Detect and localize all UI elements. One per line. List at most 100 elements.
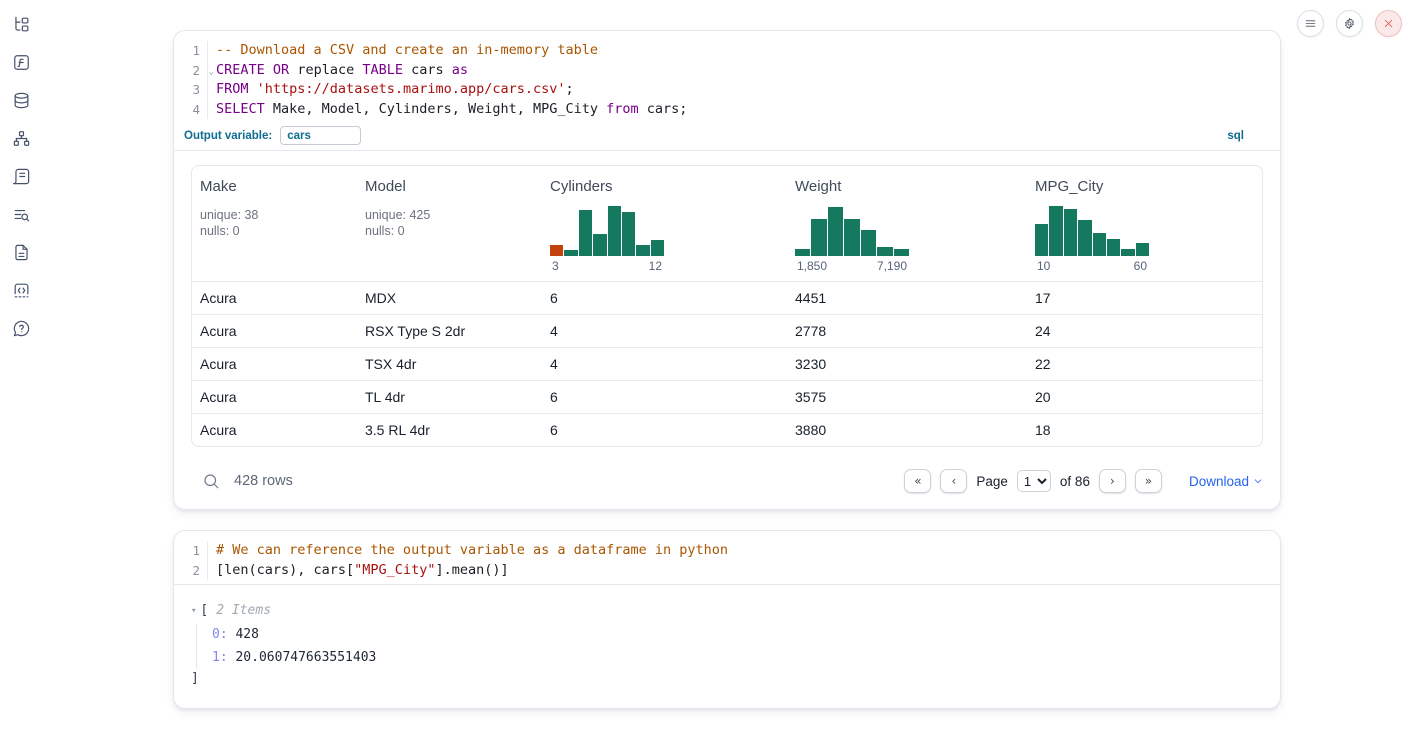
next-page-button[interactable]: › xyxy=(1099,469,1126,493)
histogram-bar[interactable] xyxy=(1064,209,1077,256)
table-cell: 3230 xyxy=(787,356,1027,372)
histogram-bar[interactable] xyxy=(1035,224,1048,256)
code-text: CREATE OR replace TABLE cars as xyxy=(208,61,468,81)
settings-button[interactable] xyxy=(1336,10,1363,37)
histogram-bar[interactable] xyxy=(1121,249,1134,256)
notebook-main: 1 -- Download a CSV and create an in-memo… xyxy=(173,0,1281,709)
shutdown-button[interactable] xyxy=(1375,10,1402,37)
table-row[interactable]: Acura3.5 RL 4dr6388018 xyxy=(192,413,1262,446)
table-row[interactable]: AcuraTSX 4dr4323022 xyxy=(192,347,1262,380)
histogram-bar[interactable] xyxy=(608,206,621,256)
histogram-bar[interactable] xyxy=(861,230,876,256)
collapse-chevron-icon[interactable]: ▾ xyxy=(191,606,196,616)
database-icon[interactable] xyxy=(11,90,31,110)
table-cell: Acura xyxy=(192,356,357,372)
code-line[interactable]: 3FROM 'https://datasets.marimo.app/cars.… xyxy=(174,80,1280,100)
histogram-bar[interactable] xyxy=(1049,206,1062,256)
code-text: -- Download a CSV and create an in-memor… xyxy=(208,41,598,61)
code-line[interactable]: 1-- Download a CSV and create an in-memo… xyxy=(174,41,1280,61)
table-body: AcuraMDX6445117AcuraRSX Type S 2dr427782… xyxy=(192,281,1262,446)
histogram-bars[interactable] xyxy=(550,204,664,256)
table-row[interactable]: AcuraMDX6445117 xyxy=(192,281,1262,314)
search-icon[interactable] xyxy=(202,472,220,490)
menu-button[interactable] xyxy=(1297,10,1324,37)
column-name[interactable]: Model xyxy=(365,178,534,195)
column-histogram: 1,8507,190 xyxy=(795,204,909,273)
code-line[interactable]: 1# We can reference the output variable … xyxy=(174,541,1280,561)
line-number: 3 xyxy=(174,80,208,100)
table-cell: Acura xyxy=(192,323,357,339)
output-variable-input[interactable] xyxy=(280,126,361,145)
fold-chevron-icon[interactable]: ⌄ xyxy=(209,63,214,83)
histogram-bar[interactable] xyxy=(593,234,606,256)
column-histogram: 312 xyxy=(550,204,664,273)
table-row[interactable]: AcuraRSX Type S 2dr4277824 xyxy=(192,314,1262,347)
column-name[interactable]: MPG_City xyxy=(1035,178,1254,195)
logs-icon[interactable] xyxy=(11,166,31,186)
histogram-bars[interactable] xyxy=(1035,204,1149,256)
code-line[interactable]: 4SELECT Make, Model, Cylinders, Weight, … xyxy=(174,100,1280,120)
last-page-button[interactable]: » xyxy=(1135,469,1162,493)
table-cell: 3.5 RL 4dr xyxy=(357,422,542,438)
items-summary: 2 Items xyxy=(216,603,271,618)
histogram-bar[interactable] xyxy=(844,219,859,256)
table-cell: 6 xyxy=(542,290,787,306)
column-header: Makeunique: 38nulls: 0 xyxy=(192,178,357,273)
chevron-down-icon xyxy=(1253,476,1263,486)
download-button[interactable]: Download xyxy=(1189,474,1263,489)
histogram-bar[interactable] xyxy=(651,240,664,256)
column-name[interactable]: Weight xyxy=(795,178,1019,195)
snippets-icon[interactable] xyxy=(11,280,31,300)
histogram-bar[interactable] xyxy=(1136,243,1149,256)
table-cell: 3880 xyxy=(787,422,1027,438)
line-number: 2 xyxy=(174,561,208,581)
item-index: 0: xyxy=(212,627,228,642)
first-page-button[interactable]: « xyxy=(904,469,931,493)
data-table: Makeunique: 38nulls: 0Modelunique: 425nu… xyxy=(191,165,1263,447)
item-value: 428 xyxy=(228,627,259,642)
histogram-bar[interactable] xyxy=(579,210,592,256)
histogram-bar[interactable] xyxy=(550,245,563,256)
column-histogram: 1060 xyxy=(1035,204,1149,273)
tree-root: ▾ [ 2 Items xyxy=(191,603,1263,618)
histogram-bar[interactable] xyxy=(811,219,826,256)
table-row[interactable]: AcuraTL 4dr6357520 xyxy=(192,380,1262,413)
table-cell: MDX xyxy=(357,290,542,306)
file-tree-icon[interactable] xyxy=(11,14,31,34)
histogram-bar[interactable] xyxy=(622,212,635,256)
help-icon[interactable] xyxy=(11,318,31,338)
table-cell: 18 xyxy=(1027,422,1262,438)
table-cell: 4451 xyxy=(787,290,1027,306)
histogram-bar[interactable] xyxy=(1093,233,1106,256)
variables-icon[interactable] xyxy=(11,52,31,72)
python-code-editor[interactable]: 1# We can reference the output variable … xyxy=(174,531,1280,580)
python-output-tree: ▾ [ 2 Items 0: 4281: 20.060747663551403 … xyxy=(174,585,1280,708)
column-name[interactable]: Cylinders xyxy=(550,178,779,195)
code-line[interactable]: 2[len(cars), cars["MPG_City"].mean()] xyxy=(174,561,1280,581)
previous-page-button[interactable]: ‹ xyxy=(940,469,967,493)
line-number: 2⌄ xyxy=(174,61,208,81)
table-cell: 3575 xyxy=(787,389,1027,405)
code-text: SELECT Make, Model, Cylinders, Weight, M… xyxy=(208,100,687,120)
documentation-icon[interactable] xyxy=(11,242,31,262)
code-text: [len(cars), cars["MPG_City"].mean()] xyxy=(208,561,509,581)
search-logs-icon[interactable] xyxy=(11,204,31,224)
histogram-bar[interactable] xyxy=(636,245,649,256)
histogram-bar[interactable] xyxy=(877,247,892,256)
dependency-graph-icon[interactable] xyxy=(11,128,31,148)
line-number: 1 xyxy=(174,541,208,561)
code-line[interactable]: 2⌄CREATE OR replace TABLE cars as xyxy=(174,61,1280,81)
histogram-bar[interactable] xyxy=(564,250,577,256)
column-name[interactable]: Make xyxy=(200,178,349,195)
histogram-bar[interactable] xyxy=(1107,239,1120,256)
histogram-bar[interactable] xyxy=(1078,220,1091,256)
page-select[interactable]: 1 xyxy=(1017,470,1051,492)
histogram-bar[interactable] xyxy=(828,207,843,256)
code-text: FROM 'https://datasets.marimo.app/cars.c… xyxy=(208,80,574,100)
histogram-bar[interactable] xyxy=(795,249,810,256)
histogram-bar[interactable] xyxy=(894,249,909,256)
sql-code-editor[interactable]: 1-- Download a CSV and create an in-memo… xyxy=(174,31,1280,119)
page-label: Page xyxy=(976,474,1008,489)
histogram-bars[interactable] xyxy=(795,204,909,256)
table-footer: 428 rows « ‹ Page 1 of 86 › » Download xyxy=(174,459,1280,509)
